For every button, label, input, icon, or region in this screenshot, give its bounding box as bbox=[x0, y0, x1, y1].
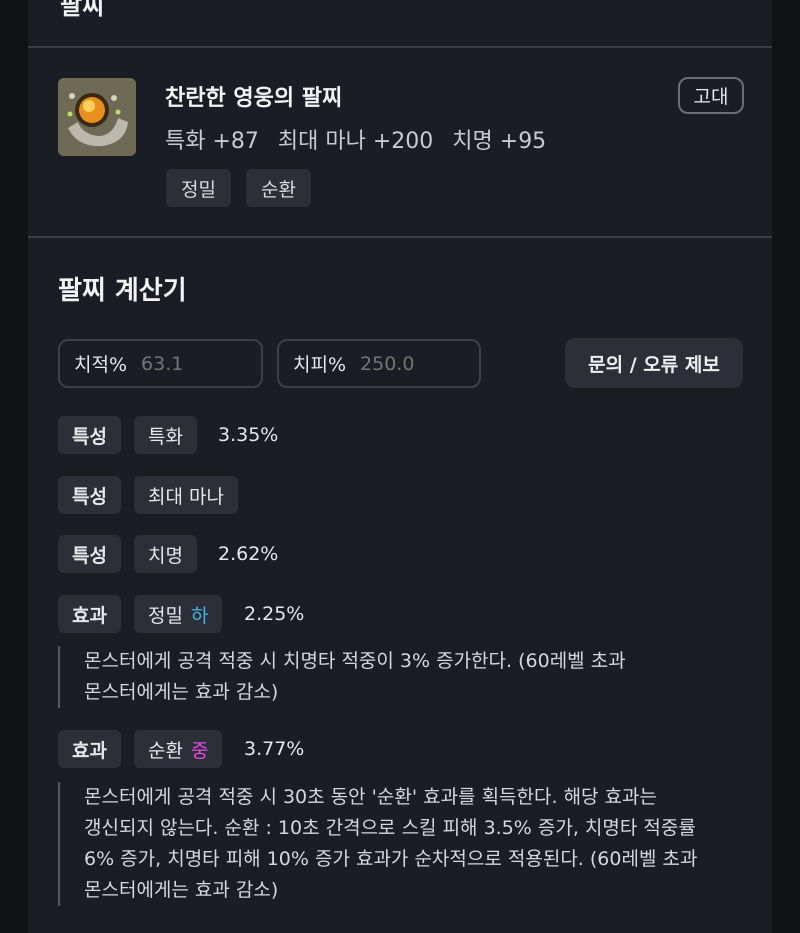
row-type-chip: 효과 bbox=[58, 730, 121, 768]
crit-rate-field[interactable]: 치적% bbox=[58, 339, 263, 388]
effect-description: 몬스터에게 공격 적중 시 30초 동안 '순환' 효과를 획득한다. 해당 효… bbox=[58, 782, 748, 906]
row-type-chip: 특성 bbox=[58, 535, 121, 573]
desc-line: 6% 증가, 치명타 피해 10% 증가 효과가 순차적으로 적용된다. (60… bbox=[84, 848, 698, 870]
desc-line: 몬스터에게는 효과 감소) bbox=[84, 681, 279, 703]
divider bbox=[28, 236, 772, 238]
item-tag: 순환 bbox=[246, 169, 311, 207]
item-stat: 최대 마나 +200 bbox=[277, 129, 434, 154]
crit-rate-label: 치적% bbox=[74, 354, 128, 376]
desc-line: 갱신되지 않는다. 순환 : 10초 간격으로 스킬 피해 3.5% 증가, 치… bbox=[84, 817, 696, 839]
crit-dmg-input[interactable] bbox=[360, 352, 461, 375]
desc-line: 몬스터에게는 효과 감소) bbox=[84, 879, 279, 901]
item-tag: 정밀 bbox=[166, 169, 231, 207]
row-name-chip: 순환 중 bbox=[134, 730, 223, 768]
effect-level: 하 bbox=[190, 604, 209, 627]
row-name-chip: 특화 bbox=[134, 416, 197, 454]
crit-dmg-field[interactable]: 치피% bbox=[277, 339, 481, 388]
row-type-chip: 특성 bbox=[58, 416, 121, 454]
row-type-chip: 효과 bbox=[58, 595, 121, 633]
report-button[interactable]: 문의 / 오류 제보 bbox=[565, 338, 743, 388]
grade-badge: 고대 bbox=[678, 77, 744, 114]
calculator-title: 팔찌 계산기 bbox=[58, 276, 187, 306]
item-stat: 치명 +95 bbox=[452, 129, 547, 154]
effect-level: 중 bbox=[190, 739, 209, 762]
desc-line: 몬스터에게 공격 적중 시 치명타 적중이 3% 증가한다. (60레벨 초과 bbox=[84, 650, 626, 672]
row-type-chip: 특성 bbox=[58, 476, 121, 514]
desc-line: 몬스터에게 공격 적중 시 30초 동안 '순환' 효과를 획득한다. 해당 효… bbox=[84, 786, 658, 808]
row-value: 3.35% bbox=[218, 424, 279, 446]
row-value: 2.62% bbox=[218, 543, 279, 565]
crit-rate-input[interactable] bbox=[141, 352, 242, 375]
crit-dmg-label: 치피% bbox=[293, 354, 347, 376]
divider bbox=[28, 46, 772, 48]
item-name: 찬란한 영웅의 팔찌 bbox=[165, 86, 343, 111]
row-name-chip: 치명 bbox=[134, 535, 197, 573]
effect-description: 몬스터에게 공격 적중 시 치명타 적중이 3% 증가한다. (60레벨 초과 … bbox=[58, 646, 748, 708]
bracelet-item-icon bbox=[58, 78, 136, 156]
row-value: 2.25% bbox=[244, 603, 305, 625]
row-name-chip: 최대 마나 bbox=[134, 476, 238, 514]
item-stat: 특화 +87 bbox=[165, 129, 259, 154]
effect-name: 순환 bbox=[148, 739, 183, 762]
item-stats: 특화 +87 최대 마나 +200 치명 +95 bbox=[165, 123, 558, 155]
row-value: 3.77% bbox=[244, 738, 305, 760]
row-name-chip: 정밀 하 bbox=[134, 595, 223, 633]
effect-name: 정밀 bbox=[148, 604, 183, 627]
section-title: 팔찌 bbox=[60, 0, 105, 20]
